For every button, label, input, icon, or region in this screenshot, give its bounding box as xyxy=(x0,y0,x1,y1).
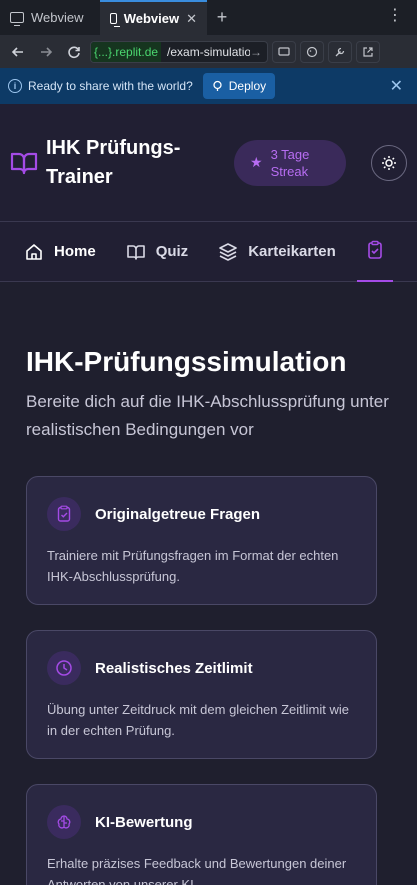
url-field[interactable]: {...}.replit.de /exam-simulation → xyxy=(90,41,268,63)
feature-card-title: Realistisches Zeitlimit xyxy=(95,659,253,677)
browser-tab-label: Webview xyxy=(123,11,180,26)
browser-tabstrip: Webview Webview ✕ + ⋮ xyxy=(0,0,417,36)
star-icon: ★ xyxy=(250,154,263,170)
wrench-icon xyxy=(335,47,345,57)
theme-toggle-button[interactable] xyxy=(371,144,407,181)
main-nav: Home Quiz Karteikarten xyxy=(0,222,417,282)
deploy-label: Deploy xyxy=(228,79,267,93)
page-title: IHK-Prüfungssimulation xyxy=(26,346,347,377)
open-external-button[interactable] xyxy=(356,41,380,63)
feature-card-description: Erhalte präzises Feedback und Bewertunge… xyxy=(47,856,347,885)
monitor-icon xyxy=(10,12,24,26)
arrow-right-icon xyxy=(41,47,53,57)
close-icon[interactable]: ✕ xyxy=(186,11,197,27)
sun-icon xyxy=(382,155,396,170)
page-subtitle: Bereite dich auf die IHK-Abschlussprüfun… xyxy=(26,392,389,439)
streak-label: 3 Tage Streak xyxy=(270,146,310,179)
palette-button[interactable] xyxy=(300,41,324,63)
info-icon: i xyxy=(8,79,22,93)
external-link-icon xyxy=(363,47,373,57)
layers-icon xyxy=(219,242,237,261)
devices-button[interactable] xyxy=(272,41,296,63)
feature-card-title: KI-Bewertung xyxy=(95,813,193,831)
home-icon xyxy=(26,243,42,260)
feature-card-description: Trainiere mit Prüfungsfragen im Format d… xyxy=(47,548,339,584)
url-path: /exam-simulation xyxy=(167,45,250,59)
nav-home-label: Home xyxy=(54,243,96,260)
app-brand[interactable]: IHK Prüfungs-Trainer xyxy=(46,134,216,192)
streak-badge: ★ 3 Tage Streak xyxy=(234,139,346,186)
forward-button[interactable] xyxy=(34,40,58,64)
feature-card: Originalgetreue Fragen Trainiere mit Prü… xyxy=(26,476,377,605)
feature-card: KI-Bewertung Erhalte präzises Feedback u… xyxy=(26,784,377,885)
go-arrow-icon[interactable]: → xyxy=(250,45,267,59)
nav-quiz[interactable]: Quiz xyxy=(126,242,189,262)
deploy-button[interactable]: Deploy xyxy=(202,73,276,99)
book-open-icon xyxy=(10,152,38,174)
app-header: IHK Prüfungs-Trainer ★ 3 Tage Streak xyxy=(0,104,417,222)
arrow-left-icon xyxy=(11,47,23,57)
nav-home[interactable]: Home xyxy=(24,242,96,262)
address-row: {...}.replit.de /exam-simulation → xyxy=(0,36,417,68)
close-icon[interactable]: ✕ xyxy=(390,76,409,96)
nav-exam-simulation[interactable] xyxy=(357,236,393,282)
new-tab-button[interactable]: + xyxy=(207,0,237,35)
more-options-icon[interactable]: ⋮ xyxy=(387,8,403,24)
reload-icon xyxy=(68,46,80,59)
feature-card-description: Übung unter Zeitdruck mit dem gleichen Z… xyxy=(47,702,350,738)
url-host: {...}.replit.de xyxy=(91,42,162,62)
main-content: IHK-Prüfungssimulation Bereite dich auf … xyxy=(0,344,417,885)
clipboard-check-icon xyxy=(47,497,81,531)
palette-icon xyxy=(306,46,318,58)
nav-quiz-label: Quiz xyxy=(155,243,189,260)
back-button[interactable] xyxy=(6,40,30,64)
feature-card: Realistisches Zeitlimit Übung unter Zeit… xyxy=(26,630,377,759)
reload-button[interactable] xyxy=(62,40,86,64)
deploy-icon xyxy=(213,80,222,91)
browser-tab-webview-2[interactable]: Webview ✕ xyxy=(100,0,207,35)
monitor-icon xyxy=(110,13,120,27)
browser-tab-label: Webview xyxy=(31,10,84,25)
deploy-banner: i Ready to share with the world? Deploy … xyxy=(0,68,417,104)
feature-card-title: Originalgetreue Fragen xyxy=(95,505,261,523)
nav-karteikarten[interactable]: Karteikarten xyxy=(218,242,336,262)
clock-icon xyxy=(47,651,81,685)
devtools-button[interactable] xyxy=(328,41,352,63)
screen-icon xyxy=(278,47,290,56)
book-icon xyxy=(126,244,145,260)
nav-karteikarten-label: Karteikarten xyxy=(248,243,336,260)
brain-icon xyxy=(47,805,81,839)
banner-message: Ready to share with the world? xyxy=(28,79,193,93)
clipboard-check-icon xyxy=(368,240,382,259)
browser-tab-webview-1[interactable]: Webview xyxy=(0,0,100,35)
feature-cards: Originalgetreue Fragen Trainiere mit Prü… xyxy=(26,476,391,885)
